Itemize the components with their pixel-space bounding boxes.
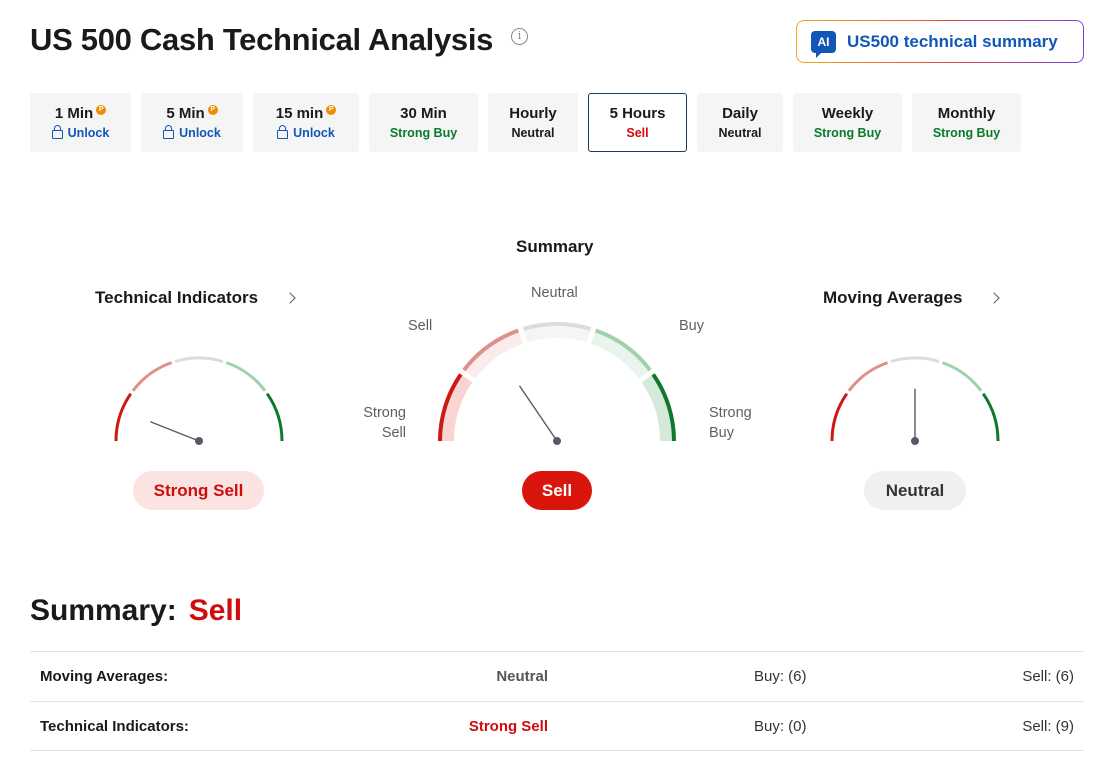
tab-status: Strong Buy bbox=[389, 126, 458, 140]
summary-gauge-needle-hub bbox=[553, 437, 561, 445]
tab-label: 15 min bbox=[275, 105, 324, 122]
tab-1-min[interactable]: 1 Min P Unlock bbox=[30, 93, 131, 152]
table-row: Moving Averages: Neutral Buy: (6) Sell: … bbox=[30, 651, 1084, 701]
ai-icon: AI bbox=[811, 30, 836, 58]
gauge-label-buy: Buy bbox=[679, 318, 704, 334]
tab-status: Unlock bbox=[293, 126, 335, 140]
lock-icon bbox=[51, 125, 63, 139]
row-buy-count: Buy: (0) bbox=[754, 718, 807, 735]
technical-indicators-gauge-needle-hub bbox=[195, 437, 203, 445]
tab-status: Sell bbox=[626, 126, 649, 140]
summary-gauge-zone-fill-neutral bbox=[523, 324, 591, 343]
tab-status: Unlock bbox=[179, 126, 221, 140]
table-row: Technical Indicators: Strong Sell Buy: (… bbox=[30, 701, 1084, 751]
tab-label: Daily bbox=[722, 105, 758, 122]
row-signal: Strong Sell bbox=[468, 718, 548, 735]
tab-5-hours[interactable]: 5 Hours Sell bbox=[588, 93, 687, 152]
tab-status: Unlock bbox=[67, 126, 110, 140]
tab-label: Hourly bbox=[509, 105, 557, 122]
summary-reading: Sell bbox=[522, 471, 592, 510]
row-sell-count: Sell: (6) bbox=[1022, 668, 1074, 685]
gauge-label-strong-buy: Strong Buy bbox=[709, 405, 752, 441]
row-sell-count: Sell: (9) bbox=[1022, 718, 1074, 735]
summary-gauge-zone-fill-strong-sell bbox=[440, 374, 473, 441]
summary-heading: Summary: Sell bbox=[30, 594, 242, 628]
technical-indicators-gauge-zone-buy bbox=[225, 361, 267, 392]
technical-indicators-gauge-needle bbox=[150, 421, 200, 442]
ai-technical-summary-button[interactable]: AI US500 technical summary bbox=[796, 20, 1084, 63]
moving-averages-gauge-zone-buy bbox=[941, 361, 983, 392]
summary-gauge-zone-sell bbox=[462, 328, 520, 372]
tab-5-min[interactable]: 5 Min P Unlock bbox=[141, 93, 243, 152]
summary-heading-value: Sell bbox=[188, 594, 243, 627]
summary-gauge-zone-buy bbox=[594, 328, 652, 372]
info-icon[interactable]: i bbox=[511, 28, 528, 45]
moving-averages-gauge-needle-hub bbox=[911, 437, 919, 445]
lock-icon bbox=[277, 125, 289, 139]
gauge-label-strong-sell: Strong Sell bbox=[363, 405, 406, 441]
ai-button-label: US500 technical summary bbox=[847, 31, 1058, 51]
summary-gauge-zone-strong-buy bbox=[651, 373, 676, 442]
tab-15-min[interactable]: 15 min P Unlock bbox=[253, 93, 359, 152]
summary-table: Moving Averages: Neutral Buy: (6) Sell: … bbox=[30, 651, 1084, 751]
tab-monthly[interactable]: Monthly Strong Buy bbox=[912, 93, 1021, 152]
timeframe-tabs: 1 Min P Unlock 5 Min P Unlock 15 min P Unlo… bbox=[30, 93, 1031, 152]
technical-indicators-gauge-zone-sell bbox=[131, 361, 173, 392]
row-name: Moving Averages: bbox=[40, 668, 169, 685]
summary-gauge-zone-fill-buy bbox=[590, 330, 651, 379]
summary-gauge-zone-neutral bbox=[522, 322, 592, 331]
moving-averages-reading: Neutral bbox=[864, 471, 966, 510]
tab-daily[interactable]: Daily Neutral bbox=[697, 93, 783, 152]
tab-status: Strong Buy bbox=[932, 126, 1001, 140]
summary-gauge-needle bbox=[518, 385, 558, 442]
gauge-label-sell: Sell bbox=[408, 318, 433, 334]
pro-badge-icon: P bbox=[326, 104, 337, 115]
gauge-label-neutral: Neutral bbox=[531, 285, 578, 301]
tab-label: 5 Hours bbox=[609, 105, 666, 122]
tab-label: Weekly bbox=[821, 105, 874, 122]
tab-label: 1 Min bbox=[54, 105, 94, 122]
row-signal: Neutral bbox=[496, 668, 548, 685]
tab-label: 5 Min bbox=[166, 105, 205, 122]
tab-hourly[interactable]: Hourly Neutral bbox=[488, 93, 578, 152]
page-title: US 500 Cash Technical Analysis bbox=[30, 22, 494, 57]
tab-status: Neutral bbox=[718, 126, 762, 140]
pro-badge-icon: P bbox=[207, 104, 218, 115]
tab-label: 30 Min bbox=[400, 105, 447, 122]
chevron-right-icon[interactable] bbox=[988, 292, 1000, 304]
row-name: Technical Indicators: bbox=[40, 718, 189, 735]
tab-status: Strong Buy bbox=[813, 126, 882, 140]
moving-averages-gauge-zone-strong-buy bbox=[981, 392, 1000, 442]
row-buy-count: Buy: (6) bbox=[754, 668, 807, 685]
summary-gauge-zone-strong-sell bbox=[438, 373, 463, 442]
moving-averages-gauge-zone-neutral bbox=[890, 356, 940, 363]
technical-indicators-title[interactable]: Technical Indicators bbox=[95, 288, 258, 308]
summary-heading-label: Summary: bbox=[30, 594, 177, 627]
summary-gauge-zone-fill-strong-buy bbox=[641, 374, 674, 441]
technical-indicators-gauge-zone-strong-buy bbox=[265, 392, 284, 442]
lock-icon bbox=[163, 125, 175, 139]
moving-averages-gauge-zone-sell bbox=[847, 361, 889, 392]
tab-weekly[interactable]: Weekly Strong Buy bbox=[793, 93, 902, 152]
tab-label: Monthly bbox=[937, 105, 996, 122]
technical-indicators-gauge-zone-strong-sell bbox=[114, 392, 133, 442]
moving-averages-title[interactable]: Moving Averages bbox=[823, 288, 963, 308]
technical-indicators-gauge-zone-neutral bbox=[174, 356, 224, 363]
tab-status: Neutral bbox=[511, 126, 555, 140]
pro-badge-icon: P bbox=[96, 104, 107, 115]
summary-gauge-zone-fill-sell bbox=[463, 330, 524, 379]
moving-averages-gauge-zone-strong-sell bbox=[830, 392, 849, 442]
chevron-right-icon[interactable] bbox=[284, 292, 296, 304]
technical-indicators-reading: Strong Sell bbox=[133, 471, 264, 510]
tab-30-min[interactable]: 30 Min Strong Buy bbox=[369, 93, 478, 152]
summary-gauge-title: Summary bbox=[516, 237, 594, 256]
